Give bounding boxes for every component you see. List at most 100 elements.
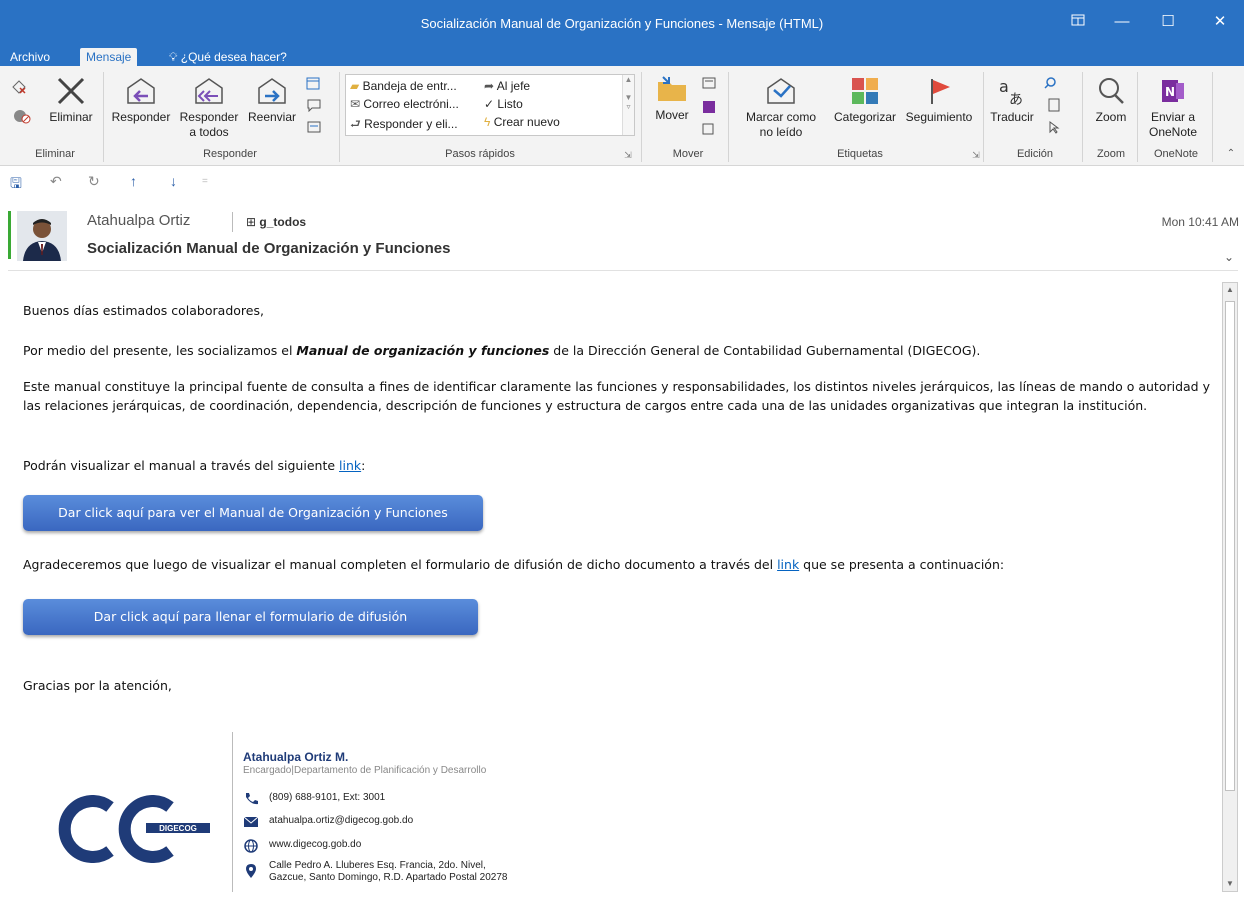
tell-me-search[interactable]: 💡︎ ¿Qué desea hacer? — [163, 48, 293, 66]
collapse-ribbon-button[interactable]: ⌃ — [1224, 146, 1238, 161]
move-folder-icon — [658, 76, 686, 101]
translate-button[interactable]: aあ Traducir — [986, 76, 1038, 125]
select-button[interactable] — [1040, 120, 1068, 138]
categorize-icon — [852, 78, 878, 104]
forward-button[interactable]: Reenviar — [244, 76, 300, 125]
svg-text:a: a — [999, 77, 1009, 96]
lightning-icon: ϟ — [484, 115, 491, 129]
quick-step-new[interactable]: ϟ Crear nuevo — [484, 115, 560, 129]
close-button[interactable]: ✕ — [1205, 10, 1235, 34]
move-button[interactable]: Mover — [648, 74, 696, 123]
separator — [1082, 72, 1083, 162]
separator — [641, 72, 642, 162]
find-button[interactable] — [1042, 76, 1058, 94]
reply-button[interactable]: Responder — [107, 76, 175, 125]
onenote-small-button[interactable] — [698, 100, 720, 118]
vertical-scrollbar[interactable]: ▲ ▼ — [1222, 282, 1238, 892]
quick-steps-gallery[interactable]: ▰ Bandeja de entr... ✉ Correo electróni.… — [345, 74, 635, 136]
web-text[interactable]: www.digecog.gob.do — [269, 839, 361, 851]
quick-step-label: Responder y eli... — [364, 117, 458, 131]
im-button[interactable] — [303, 98, 325, 116]
quick-step-label: Correo electróni... — [363, 97, 459, 111]
sender-name[interactable]: Atahualpa Ortiz — [87, 212, 190, 229]
categorize-label: Categorizar — [833, 110, 897, 124]
forward-small-icon: ➦ — [484, 79, 495, 93]
send-to-onenote-button[interactable]: N Enviar a OneNote — [1140, 76, 1206, 140]
manual-link[interactable]: link — [339, 458, 361, 473]
quick-step-email[interactable]: ✉ Correo electróni... — [350, 97, 459, 111]
actions-button[interactable] — [698, 122, 720, 140]
onenote-label-1: Enviar a — [1150, 110, 1196, 124]
categorize-button[interactable]: Categorizar — [829, 76, 901, 125]
recipient[interactable]: ⊞ g_todos — [246, 215, 306, 229]
quick-steps-launcher[interactable]: ⇲ — [622, 148, 634, 163]
digecog-logo: DIGECOG — [48, 795, 213, 863]
undo-icon[interactable]: ↶ — [50, 173, 62, 190]
paragraph-text: de la Dirección General de Contabilidad … — [549, 343, 981, 358]
onenote-small-icon — [703, 101, 715, 113]
header-separator — [232, 212, 233, 232]
quick-step-reply-delete[interactable]: ⮐ Responder y eli... — [350, 115, 458, 136]
tab-archivo[interactable]: Archivo — [4, 48, 56, 66]
maximize-button[interactable]: ☐ — [1153, 10, 1183, 34]
paragraph-intro: Por medio del presente, les socializamos… — [23, 341, 1213, 360]
phone-text: (809) 688-9101, Ext: 3001 — [269, 792, 386, 803]
followup-button[interactable]: Seguimiento — [900, 76, 978, 125]
ignore-icon — [12, 80, 26, 94]
more-respond-button[interactable] — [303, 120, 325, 138]
junk-button[interactable] — [8, 108, 38, 128]
tags-launcher[interactable]: ⇲ — [970, 148, 982, 163]
phone-icon — [246, 793, 258, 805]
zoom-button[interactable]: Zoom — [1089, 76, 1133, 125]
address-line-2: Gazcue, Santo Domingo, R.D. Apartado Pos… — [269, 872, 508, 883]
expand-header-icon[interactable]: ⌄ — [1224, 250, 1234, 264]
quick-step-label: Crear nuevo — [493, 115, 560, 129]
email-text[interactable]: atahualpa.ortiz@digecog.gob.do — [269, 815, 413, 827]
rules-button[interactable] — [698, 76, 720, 94]
quick-step-boss[interactable]: ➦ Al jefe — [484, 79, 530, 93]
redo-icon[interactable]: ↻ — [88, 173, 100, 190]
paragraph-description: Este manual constituye la principal fuen… — [23, 379, 1210, 413]
mark-unread-button[interactable]: Marcar como no leído — [731, 76, 831, 140]
scroll-down-icon[interactable]: ▼ — [1223, 877, 1237, 891]
signature-name: Atahualpa Ortiz M. — [243, 750, 349, 764]
mark-unread-icon — [767, 78, 795, 104]
email-icon — [243, 816, 259, 827]
group-label-onenote: OneNote — [1153, 148, 1199, 160]
manual-title: Manual de organización y funciones — [296, 343, 550, 358]
quick-step-done[interactable]: ✓ Listo — [484, 97, 523, 111]
scroll-thumb[interactable] — [1225, 301, 1235, 791]
previous-item-icon[interactable]: ↑ — [130, 173, 137, 189]
select-cursor-icon — [1049, 121, 1060, 134]
view-manual-button[interactable]: Dar click aquí para ver el Manual de Org… — [23, 495, 483, 531]
reply-all-button[interactable]: Responder a todos — [175, 76, 243, 140]
expand-group-icon: ⊞ — [246, 215, 257, 229]
scroll-up-icon[interactable]: ▲ — [1223, 283, 1237, 297]
group-label-zoom: Zoom — [1096, 148, 1126, 160]
quick-step-inbox[interactable]: ▰ Bandeja de entr... — [350, 79, 457, 93]
form-link[interactable]: link — [777, 557, 799, 572]
quick-steps-scroll[interactable]: ▲ ▼ ▿ — [622, 75, 634, 135]
paragraph-form: Agradeceremos que luego de visualizar el… — [23, 555, 1218, 574]
separator — [728, 72, 729, 162]
related-button[interactable] — [1040, 98, 1068, 116]
avatar[interactable] — [17, 211, 67, 261]
related-icon — [1048, 98, 1060, 112]
ribbon: Eliminar Eliminar Responder Responder a … — [0, 66, 1244, 166]
customize-toolbar-icon[interactable]: = — [202, 176, 208, 187]
next-item-icon[interactable]: ↓ — [170, 173, 177, 189]
reply-small-icon: ⮐ — [350, 117, 361, 131]
save-icon[interactable]: 🖫︎ — [10, 173, 22, 197]
minimize-button[interactable]: — — [1107, 10, 1137, 34]
paragraph-text: Agradeceremos que luego de visualizar el… — [23, 557, 778, 572]
delete-button[interactable]: Eliminar — [46, 76, 96, 125]
ignore-button[interactable] — [8, 78, 30, 100]
presence-indicator — [8, 211, 11, 259]
tab-mensaje[interactable]: Mensaje — [80, 48, 138, 66]
group-label-eliminar: Eliminar — [35, 148, 75, 160]
fill-form-button[interactable]: Dar click aquí para llenar el formulario… — [23, 599, 478, 635]
ribbon-display-options-button[interactable] — [1063, 10, 1093, 34]
meeting-button[interactable] — [303, 76, 325, 94]
location-pin-icon — [246, 864, 256, 878]
folder-icon: ▰ — [350, 79, 360, 93]
